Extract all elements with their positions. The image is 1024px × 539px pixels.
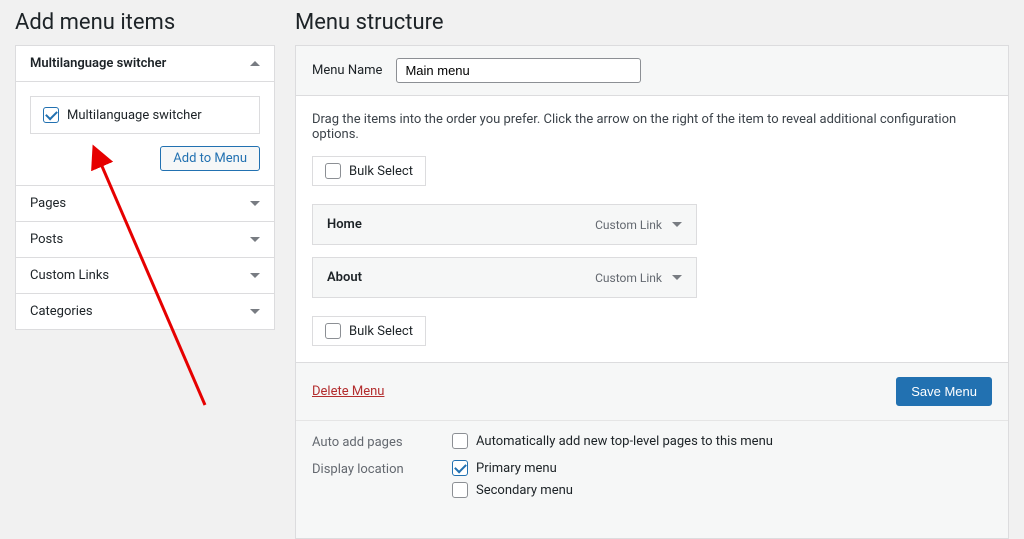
caret-up-icon: [250, 61, 260, 66]
accordion-label: Custom Links: [30, 268, 109, 283]
option-label: Automatically add new top-level pages to…: [476, 434, 773, 449]
caret-down-icon: [250, 309, 260, 314]
caret-down-icon: [250, 237, 260, 242]
accordion-body: Multilanguage switcher Add to Menu: [16, 82, 274, 186]
accordion-custom-links[interactable]: Custom Links: [16, 258, 274, 294]
primary-menu-option[interactable]: Primary menu: [452, 460, 573, 476]
bulk-select-label: Bulk Select: [349, 324, 413, 339]
menu-structure-panel: Menu Name Drag the items into the order …: [295, 45, 1009, 539]
accordion-pages[interactable]: Pages: [16, 186, 274, 222]
caret-down-icon: [250, 201, 260, 206]
option-label: Primary menu: [476, 461, 557, 476]
accordion-label: Pages: [30, 196, 66, 211]
menu-name-input[interactable]: [396, 58, 641, 83]
delete-menu-link[interactable]: Delete Menu: [312, 384, 384, 399]
display-location-label: Display location: [312, 460, 452, 498]
checkbox-icon[interactable]: [452, 433, 468, 449]
menu-item[interactable]: About Custom Link: [312, 257, 697, 298]
checkbox-icon[interactable]: [452, 482, 468, 498]
caret-down-icon[interactable]: [672, 275, 682, 280]
menu-item-title: Home: [327, 217, 362, 232]
menu-items-accordion: Multilanguage switcher Multilanguage swi…: [15, 45, 275, 330]
accordion-multilanguage-switcher[interactable]: Multilanguage switcher: [16, 46, 274, 82]
add-to-menu-button[interactable]: Add to Menu: [160, 146, 260, 171]
menu-item-title: About: [327, 270, 362, 285]
secondary-menu-option[interactable]: Secondary menu: [452, 482, 573, 498]
accordion-label: Posts: [30, 232, 63, 247]
checkbox-icon[interactable]: [43, 107, 59, 123]
menu-item-type: Custom Link: [595, 218, 662, 232]
accordion-label: Categories: [30, 304, 93, 319]
menu-item[interactable]: Home Custom Link: [312, 204, 697, 245]
checkbox-icon[interactable]: [325, 163, 341, 179]
save-menu-button[interactable]: Save Menu: [896, 377, 992, 406]
accordion-categories[interactable]: Categories: [16, 294, 274, 329]
option-label: Secondary menu: [476, 483, 573, 498]
auto-pages-label: Auto add pages: [312, 433, 452, 450]
instructions-text: Drag the items into the order you prefer…: [312, 112, 992, 142]
menu-items-list: Home Custom Link About Custom Link: [312, 204, 992, 298]
multilanguage-switcher-option[interactable]: Multilanguage switcher: [30, 96, 260, 134]
checkbox-label: Multilanguage switcher: [67, 108, 202, 123]
menu-item-type: Custom Link: [595, 271, 662, 285]
menu-name-label: Menu Name: [312, 63, 382, 78]
bulk-select-bottom[interactable]: Bulk Select: [312, 316, 426, 346]
add-menu-items-title: Add menu items: [15, 10, 275, 35]
accordion-label: Multilanguage switcher: [30, 56, 166, 71]
menu-structure-title: Menu structure: [295, 10, 1009, 35]
caret-down-icon: [250, 273, 260, 278]
checkbox-icon[interactable]: [325, 323, 341, 339]
auto-add-pages-option[interactable]: Automatically add new top-level pages to…: [452, 433, 773, 449]
bulk-select-label: Bulk Select: [349, 164, 413, 179]
checkbox-icon[interactable]: [452, 460, 468, 476]
accordion-posts[interactable]: Posts: [16, 222, 274, 258]
bulk-select-top[interactable]: Bulk Select: [312, 156, 426, 186]
caret-down-icon[interactable]: [672, 222, 682, 227]
